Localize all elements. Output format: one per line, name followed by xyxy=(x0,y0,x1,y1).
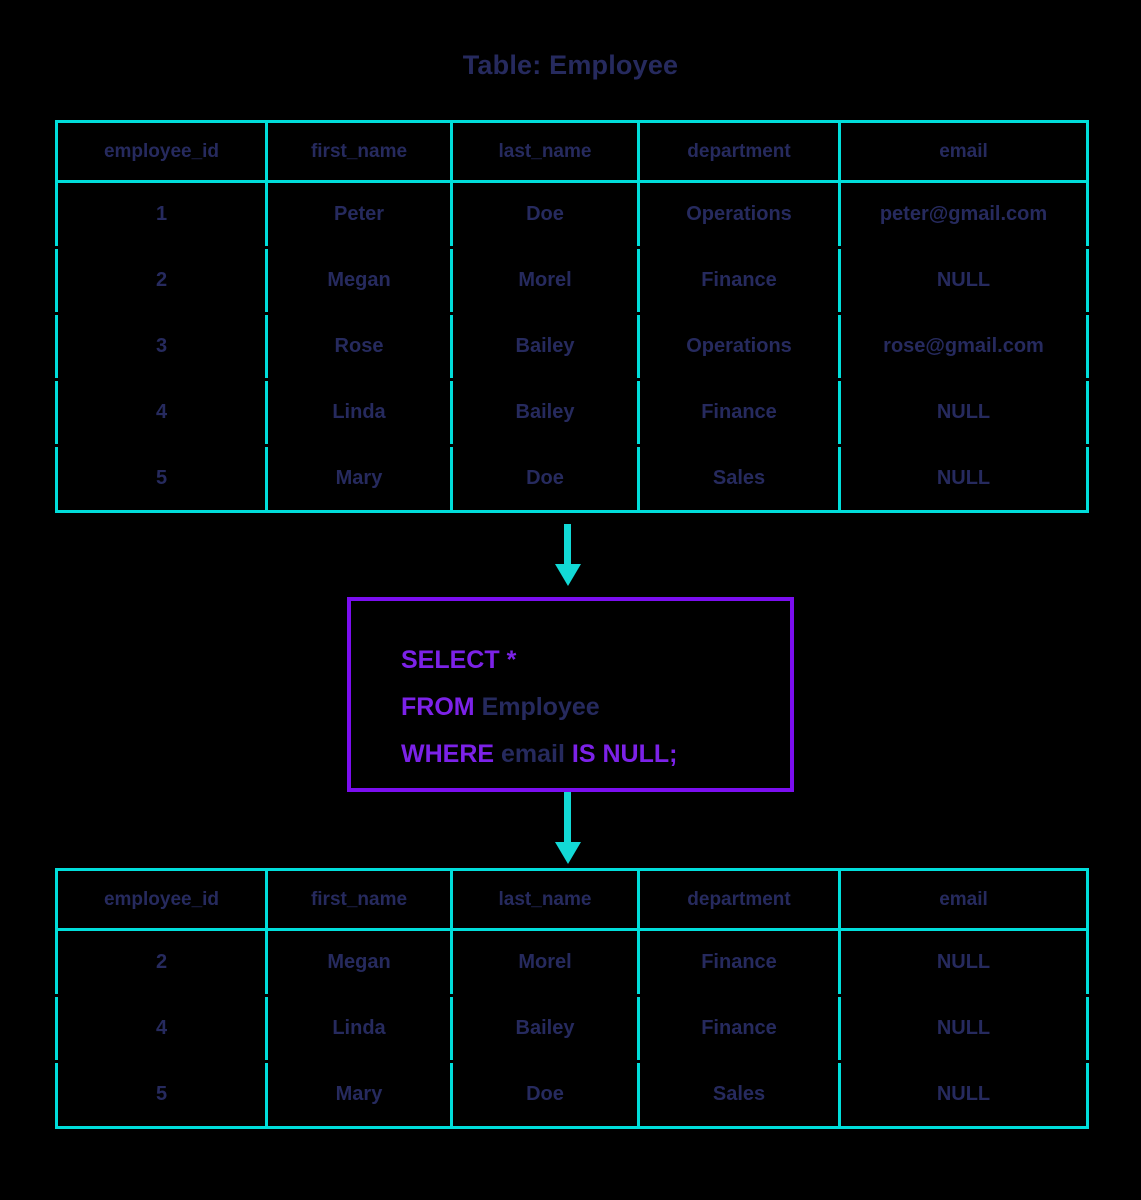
sql-query-line-1: SELECT * xyxy=(401,637,790,684)
cell-first-name: Mary xyxy=(265,1060,453,1129)
cell-last-name: Morel xyxy=(450,928,640,997)
cell-department: Operations xyxy=(637,180,841,249)
cell-employee-id: 2 xyxy=(55,246,268,315)
sql-query-line-3: WHERE email IS NULL; xyxy=(401,731,790,778)
cell-employee-id: 1 xyxy=(55,180,268,249)
table-row: 3 Rose Bailey Operations rose@gmail.com xyxy=(55,312,1089,381)
column-header-employee-id: employee_id xyxy=(55,120,268,183)
cell-department: Finance xyxy=(637,378,841,447)
cell-last-name: Doe xyxy=(450,180,640,249)
column-header-last-name: last_name xyxy=(450,120,640,183)
sql-identifier-email: email xyxy=(501,740,565,768)
result-table-body: 2 Megan Morel Finance NULL 4 Linda Baile… xyxy=(55,928,1089,1129)
page-title: Table: Employee xyxy=(462,50,679,80)
result-table-header: employee_id first_name last_name departm… xyxy=(55,868,1089,931)
sql-keyword-select: SELECT xyxy=(401,646,500,674)
sql-query-box: SELECT * FROM Employee WHERE email IS NU… xyxy=(347,597,794,792)
table-row: 1 Peter Doe Operations peter@gmail.com xyxy=(55,180,1089,249)
table-header-row: employee_id first_name last_name departm… xyxy=(55,120,1089,183)
source-table: employee_id first_name last_name departm… xyxy=(55,120,1089,513)
sql-keyword-is-null: IS NULL xyxy=(571,740,670,768)
cell-first-name: Linda xyxy=(265,378,453,447)
cell-email: NULL xyxy=(838,928,1089,997)
cell-department: Sales xyxy=(637,444,841,513)
cell-department: Operations xyxy=(637,312,841,381)
source-table-header: employee_id first_name last_name departm… xyxy=(55,120,1089,183)
cell-employee-id: 4 xyxy=(55,994,268,1063)
table-row: 2 Megan Morel Finance NULL xyxy=(55,246,1089,315)
cell-first-name: Megan xyxy=(265,928,453,997)
cell-email: NULL xyxy=(838,994,1089,1063)
column-header-email: email xyxy=(838,120,1089,183)
cell-first-name: Rose xyxy=(265,312,453,381)
arrow-head xyxy=(555,842,581,864)
column-header-department: department xyxy=(637,868,841,931)
cell-email: NULL xyxy=(838,1060,1089,1129)
table-row: 2 Megan Morel Finance NULL xyxy=(55,928,1089,997)
table-row: 5 Mary Doe Sales NULL xyxy=(55,444,1089,513)
cell-department: Finance xyxy=(637,928,841,997)
cell-first-name: Mary xyxy=(265,444,453,513)
table-row: 4 Linda Bailey Finance NULL xyxy=(55,378,1089,447)
cell-employee-id: 5 xyxy=(55,444,268,513)
arrow-head xyxy=(555,564,581,586)
sql-semicolon: ; xyxy=(669,740,678,768)
column-header-department: department xyxy=(637,120,841,183)
source-table-body: 1 Peter Doe Operations peter@gmail.com 2… xyxy=(55,180,1089,513)
cell-email: NULL xyxy=(838,246,1089,315)
cell-last-name: Doe xyxy=(450,444,640,513)
cell-last-name: Bailey xyxy=(450,994,640,1063)
sql-query-line-2: FROM Employee xyxy=(401,684,790,731)
column-header-employee-id: employee_id xyxy=(55,868,268,931)
cell-email: NULL xyxy=(838,444,1089,513)
arrow-shaft xyxy=(564,524,571,566)
cell-department: Finance xyxy=(637,246,841,315)
column-header-first-name: first_name xyxy=(265,868,453,931)
cell-last-name: Bailey xyxy=(450,378,640,447)
cell-email: peter@gmail.com xyxy=(838,180,1089,249)
table-row: 4 Linda Bailey Finance NULL xyxy=(55,994,1089,1063)
cell-last-name: Doe xyxy=(450,1060,640,1129)
sql-keyword-where: WHERE xyxy=(401,740,495,768)
column-header-email: email xyxy=(838,868,1089,931)
cell-last-name: Morel xyxy=(450,246,640,315)
cell-employee-id: 4 xyxy=(55,378,268,447)
cell-last-name: Bailey xyxy=(450,312,640,381)
cell-department: Finance xyxy=(637,994,841,1063)
column-header-last-name: last_name xyxy=(450,868,640,931)
cell-first-name: Peter xyxy=(265,180,453,249)
cell-employee-id: 5 xyxy=(55,1060,268,1129)
sql-identifier-employee: Employee xyxy=(481,693,600,721)
cell-employee-id: 3 xyxy=(55,312,268,381)
cell-first-name: Megan xyxy=(265,246,453,315)
sql-keyword-from: FROM xyxy=(401,693,475,721)
arrow-shaft xyxy=(564,792,571,844)
cell-employee-id: 2 xyxy=(55,928,268,997)
cell-department: Sales xyxy=(637,1060,841,1129)
cell-email: rose@gmail.com xyxy=(838,312,1089,381)
column-header-first-name: first_name xyxy=(265,120,453,183)
sql-star: * xyxy=(506,646,517,674)
table-row: 5 Mary Doe Sales NULL xyxy=(55,1060,1089,1129)
cell-email: NULL xyxy=(838,378,1089,447)
cell-first-name: Linda xyxy=(265,994,453,1063)
result-table: employee_id first_name last_name departm… xyxy=(55,868,1089,1129)
table-header-row: employee_id first_name last_name departm… xyxy=(55,868,1089,931)
